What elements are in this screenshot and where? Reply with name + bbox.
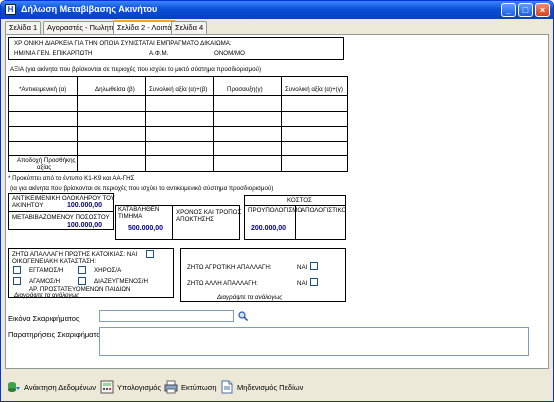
paid-price-box [115, 205, 173, 240]
single-label: ΑΓΑΜΟΣ/Η [29, 278, 61, 285]
col-divider [77, 77, 78, 171]
right-group-note: Διαγράψτε τα ανάλογως [217, 294, 283, 301]
name-label: ΟΝΟΜ/ΜΟ [214, 50, 245, 57]
married-checkbox[interactable] [13, 266, 21, 274]
app-window: H Δήλωση Μεταβίβασης Ακινήτου _ □ × Σελί… [0, 0, 554, 402]
usufruct-duration-label: ΧΡ ΟΝΙΚΗ ΔΙΑΡΚΕΙΑ ΓΙΑ ΤΗΝ ΟΠΟΙΑ ΣΥΝΙΣΤΑΤ… [14, 40, 232, 47]
tab-panel: ΧΡ ΟΝΙΚΗ ΔΙΑΡΚΕΙΑ ΓΙΑ ΤΗΝ ΟΠΟΙΑ ΣΥΝΙΣΤΑΤ… [5, 34, 549, 369]
print-button[interactable]: Εκτύπωση [164, 378, 217, 396]
divorced-checkbox[interactable] [78, 277, 86, 285]
budgeted-value[interactable]: 200.000,00 [251, 225, 286, 232]
objective-whole-label: ΑΝΤΙΚΕΙΜΕΝΙΚΗ ΟΛΟΚΛΗΡΟΥ ΤΟΥ [12, 195, 115, 202]
reset-fields-button[interactable]: Μηδενισμός Πεδίων [220, 378, 303, 396]
col-header-prosauxisi: Προσαυξη(γ) [227, 86, 263, 93]
tab-buyers-sellers[interactable]: Αγοραστές - Πωλητές [43, 21, 123, 34]
window-title: Δήλωση Μεταβίβασης Ακινήτου [21, 4, 158, 14]
sketch-remarks-textarea[interactable] [99, 327, 529, 356]
first-home-exemption-group: ΖΗΤΩ ΑΠΑΛΛΑΓΗ ΠΡΩΤΗΣ ΚΑΤΟΙΚΙΑΣ: ΝΑΙ ΟΙΚΟ… [8, 248, 174, 299]
first-home-exemption-label: ΖΗΤΩ ΑΠΑΛΛΑΓΗ ΠΡΩΤΗΣ ΚΑΤΟΙΚΙΑΣ: ΝΑΙ [12, 251, 138, 258]
row-divider [9, 141, 347, 142]
col-header-dilotheisa: Δηλωθείσα (β) [95, 86, 135, 93]
reset-fields-label: Μηδενισμός Πεδίων [237, 382, 304, 392]
col-header-synoliki-ag: Συνολική αξία (α)+(γ) [285, 86, 343, 93]
first-home-yes-checkbox[interactable] [146, 250, 154, 258]
bottom-toolbar: Ανάκτηση Δεδομένων Υπολογισμός Εκτύπωση … [1, 373, 553, 401]
col-header-antikeimeniki: *Αντικειμενική (α) [19, 86, 67, 93]
acquisition-time-label-2: ΑΠΟΚΤΗΣΗΣ [176, 216, 214, 223]
objective-value-box: ΑΝΤΙΚΕΙΜΕΝΙΚΗ ΟΛΟΚΛΗΡΟΥ ΤΟΥ ΑΚΙΝΗΤΟΥ 100… [8, 193, 115, 230]
objective-whole-label-2: ΑΚΙΝΗΤΟΥ [12, 202, 44, 209]
accept-addition-label: Αποδοχή Προσθήκης [17, 157, 76, 164]
tab-page-4[interactable]: Σελίδα 4 [171, 21, 208, 34]
axia-footnote: * Προκύπτει από το έντυπο Κ1-Κ9 και ΑΑ-Γ… [8, 175, 135, 182]
agricultural-yes-label: ΝΑΙ [297, 264, 308, 271]
widowed-checkbox[interactable] [78, 266, 86, 274]
married-label: ΕΓΓΑΜΟΣ/Η [29, 267, 64, 274]
tab-page-1[interactable]: Σελίδα 1 [5, 21, 42, 34]
calculator-icon [100, 380, 114, 394]
sketch-image-input[interactable] [99, 310, 234, 322]
axia-table: *Αντικειμενική (α) Δηλωθείσα (β) Συνολικ… [8, 76, 348, 172]
usufructuary-birthdate-label: ΗΜ/ΝΙΑ ΓΕΝ. ΕΠΙΚΑΡΠΩΤΗ [14, 50, 93, 57]
other-yes-label: ΝΑΙ [297, 280, 308, 287]
acquisition-box: ΧΡΟΝΟΣ ΚΑΙ ΤΡΟΠΟΣ ΑΠΟΚΤΗΣΗΣ [172, 205, 242, 240]
document-reset-icon [220, 380, 234, 394]
afm-label: Α.Φ.Μ. [149, 50, 169, 57]
row-divider [9, 111, 347, 112]
col-divider [213, 77, 214, 171]
divorced-label: ΔΙΑΖΕΥΓΜΕΝΟΣ/Η [94, 278, 148, 285]
calculate-button[interactable]: Υπολογισμός [100, 378, 161, 396]
col-divider [281, 77, 282, 171]
cost-label: ΚΟΣΤΟΣ [287, 197, 312, 204]
app-icon: H [5, 4, 16, 15]
axia-heading: ΑΞΙΑ (για ακίνητα που βρίσκονται σε περι… [10, 66, 262, 73]
agricultural-exemption-checkbox[interactable] [310, 262, 318, 270]
print-label: Εκτύπωση [181, 382, 217, 392]
title-bar: H Δήλωση Μεταβίβασης Ακινήτου _ □ × [1, 1, 553, 19]
minimize-button[interactable]: _ [501, 3, 516, 17]
calculate-label: Υπολογισμός [117, 382, 162, 392]
col-header-synoliki-ab: Συνολική αξία (α)+(β) [149, 86, 208, 93]
other-exemption-checkbox[interactable] [310, 278, 318, 286]
row-divider [9, 155, 347, 156]
other-exemption-group: ΖΗΤΩ ΑΓΡΟΤΙΚΗ ΑΠΑΛΛΑΓΗ: ΝΑΙ ΖΗΤΩ ΑΛΛΗ ΑΠ… [180, 248, 346, 302]
single-checkbox[interactable] [13, 277, 21, 285]
agricultural-exemption-label: ΖΗΤΩ ΑΓΡΟΤΙΚΗ ΑΠΑΛΛΑΓΗ: [187, 264, 272, 271]
transferred-share-label: ΜΕΤΑΒΙΒΑΖΟΜΕΝΟΥ ΠΟΣΟΣΤΟΥ [12, 214, 110, 221]
family-status-label: ΟΙΚΟΓΕΝΕΙΑΚΗ ΚΑΤΑΣΤΑΣΗ: [12, 258, 97, 265]
retrieve-data-button[interactable]: Ανάκτηση Δεδομένων [7, 378, 96, 396]
row-divider [9, 95, 347, 96]
acquisition-time-label: ΧΡΟΝΟΣ ΚΑΙ ΤΡΟΠΟΣ [176, 209, 242, 216]
cost-box: ΚΟΣΤΟΣ ΠΡΟΥΠΟΛΟΓΙΣΜΟ ΑΠΟΛΟΓΙΣΤΙΚΟ 200.00… [244, 195, 346, 240]
col-divider [145, 77, 146, 171]
left-group-note: Διαγράψτε τα ανάλογως [14, 292, 80, 299]
budgeted-label: ΠΡΟΥΠΟΛΟΓΙΣΜΟ [248, 207, 303, 214]
row-divider [9, 126, 347, 127]
objective-system-note: (ια για ακίνητα που βρίσκονται σε περιοχ… [10, 185, 274, 192]
retrieve-data-label: Ανάκτηση Δεδομένων [24, 382, 97, 392]
usufruct-box: ΧΡ ΟΝΙΚΗ ΔΙΑΡΚΕΙΑ ΓΙΑ ΤΗΝ ΟΠΟΙΑ ΣΥΝΙΣΤΑΤ… [8, 37, 344, 60]
search-icon[interactable] [238, 311, 249, 322]
row-divider [9, 211, 113, 212]
widowed-label: ΧΗΡΟΣ/Α [94, 267, 122, 274]
retrieve-data-icon [7, 380, 21, 394]
accept-addition-label-2: αξίας [37, 164, 52, 171]
printer-icon [164, 380, 178, 394]
maximize-button[interactable]: □ [518, 3, 533, 17]
sketch-image-label: Εικόνα Σκαριφήματος [8, 314, 80, 323]
tab-page-2-other[interactable]: Σελίδα 2 - Λοιπά [113, 20, 176, 34]
actual-cost-label: ΑΠΟΛΟΓΙΣΤΙΚΟ [301, 207, 347, 214]
close-button[interactable]: × [535, 3, 550, 17]
transferred-share-value[interactable]: 100.000,00 [67, 222, 102, 229]
sketch-remarks-label: Παρατηρήσεις Σκαριφήματος [8, 330, 105, 339]
objective-whole-value[interactable]: 100.000,00 [67, 202, 102, 209]
other-exemption-label: ΖΗΤΩ ΑΛΛΗ ΑΠΑΛΛΑΓΗ: [187, 280, 258, 287]
